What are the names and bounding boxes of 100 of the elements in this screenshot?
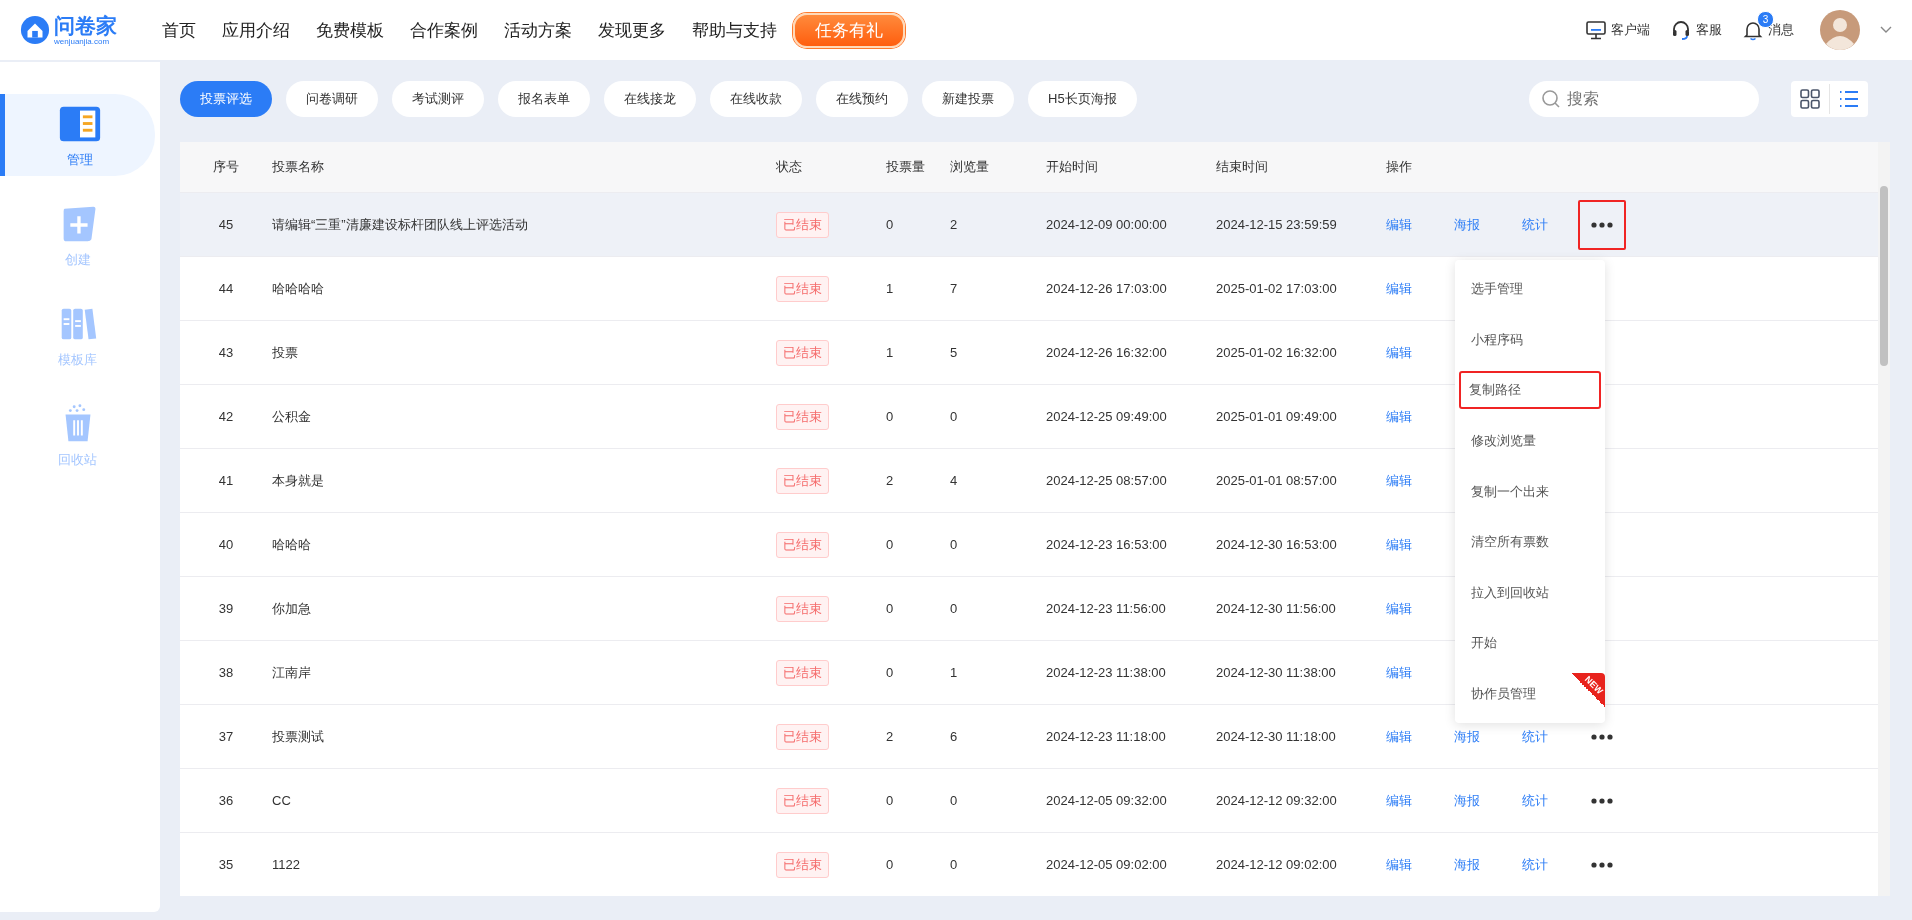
action-link[interactable]: 统计 [1522,791,1590,810]
category-tab[interactable]: 在线预约 [816,81,908,117]
search-field[interactable]: 搜索 [1529,81,1759,117]
table-cell-text: 0 [886,409,895,424]
action-link[interactable]: 编辑 [1386,279,1454,298]
column-header: 开始时间 [1046,158,1099,176]
menu-item[interactable]: 小程序码 [1459,314,1571,366]
column-header: 投票名称 [272,158,325,176]
tool-label[interactable]: 客服 [1696,21,1722,39]
action-link[interactable]: 海报 [1454,727,1522,746]
menu-item[interactable]: 复制路径 [1459,371,1601,410]
tool-label[interactable]: 客户端 [1611,21,1650,39]
category-tab[interactable]: 投票评选 [180,81,272,117]
nav-link[interactable]: 免费模板 [316,18,384,42]
action-link[interactable]: 编辑 [1386,535,1454,554]
action-link[interactable]: 海报 [1454,855,1522,874]
table-cell-text: 2025-01-01 09:49:00 [1216,409,1338,424]
more-button[interactable] [1578,199,1626,250]
desktop-icon[interactable] [1585,19,1607,41]
column-header: 投票量 [886,158,926,176]
category-tab[interactable]: 在线收款 [710,81,802,117]
action-link[interactable]: 编辑 [1386,471,1454,490]
menu-item[interactable]: 修改浏览量 [1459,415,1571,467]
table-cell-text: 41 [217,473,235,488]
nav-link[interactable]: 发现更多 [598,18,666,42]
table-cell-text: 0 [886,217,895,232]
menu-item[interactable]: 清空所有票数 [1459,516,1571,568]
table-cell-text: 37 [217,729,235,744]
grid-view-icon[interactable] [1799,88,1821,110]
table-cell-text: 35 [217,857,235,872]
action-link[interactable]: 编辑 [1386,663,1454,682]
action-link[interactable]: 编辑 [1386,407,1454,426]
category-tab[interactable]: 新建投票 [922,81,1014,117]
table-cell-text: 2024-12-05 09:32:00 [1046,793,1168,808]
nav-link[interactable]: 帮助与支持 [692,18,777,42]
nav-link[interactable]: 应用介绍 [222,18,290,42]
table-cell-text: 38 [217,665,235,680]
table-cell-text: 7 [950,281,959,296]
menu-item[interactable]: 选手管理 [1459,264,1571,315]
avatar-icon[interactable] [1820,10,1860,50]
chevron-down-icon[interactable] [1880,26,1892,34]
category-tab[interactable]: 报名表单 [498,81,590,117]
table-cell-text: 2024-12-30 16:53:00 [1216,537,1338,552]
more-icon [1591,733,1613,740]
more-icon [1591,221,1613,228]
column-header: 序号 [212,158,240,176]
category-tab[interactable]: H5长页海报 [1028,81,1137,117]
nav-link[interactable]: 合作案例 [410,18,478,42]
table-cell-text: 43 [217,345,235,360]
sidebar-item[interactable]: 管理 [0,94,155,176]
status-tag: 已结束 [776,595,829,622]
bell-icon[interactable] [1742,19,1764,41]
action-link[interactable]: 编辑 [1386,791,1454,810]
action-link[interactable]: 海报 [1454,215,1522,234]
table-cell-text: 1122 [272,857,301,872]
table-cell-text: 0 [950,409,959,424]
table-cell-text: 2024-12-30 11:18:00 [1216,729,1337,744]
table-cell-text: 2024-12-05 09:02:00 [1046,857,1168,872]
category-tab[interactable]: 考试测评 [392,81,484,117]
headset-icon[interactable] [1670,19,1692,41]
menu-item[interactable]: 开始 [1459,618,1571,669]
category-tab[interactable]: 问卷调研 [286,81,378,117]
menu-item[interactable]: 拉入到回收站 [1459,567,1571,619]
action-link[interactable]: 统计 [1522,727,1590,746]
logo-icon [20,15,50,45]
table-cell-text: 2024-12-30 11:56:00 [1216,601,1337,616]
status-tag: 已结束 [776,275,829,302]
table-cell-text: 0 [886,793,895,808]
nav-link[interactable]: 活动方案 [504,18,572,42]
action-link[interactable]: 编辑 [1386,599,1454,618]
action-link[interactable]: 统计 [1522,855,1590,874]
status-tag: 已结束 [776,787,829,814]
menu-item[interactable]: 复制一个出来 [1459,466,1571,517]
action-link[interactable]: 编辑 [1386,215,1454,234]
more-icon [1591,797,1613,804]
status-tag: 已结束 [776,339,829,366]
table-cell-text: 2024-12-26 17:03:00 [1046,281,1168,296]
status-tag: 已结束 [776,211,829,238]
action-link[interactable]: 统计 [1522,215,1590,234]
action-link[interactable]: 海报 [1454,791,1522,810]
status-tag: 已结束 [776,851,829,878]
status-tag: 已结束 [776,531,829,558]
logo-domain: wenjuanjia.com [54,37,110,46]
table-cell-text: 2024-12-12 09:02:00 [1216,857,1338,872]
table-cell-text: 2024-12-12 09:32:00 [1216,793,1338,808]
table-cell-text: 0 [886,857,895,872]
list-view-icon[interactable] [1838,88,1860,110]
table-cell-text: 0 [886,601,895,616]
table-cell-text: 2024-12-25 09:49:00 [1046,409,1168,424]
action-link[interactable]: 编辑 [1386,727,1454,746]
action-link[interactable]: 编辑 [1386,343,1454,362]
scrollbar[interactable] [1878,142,1890,896]
status-tag: 已结束 [776,467,829,494]
category-tab[interactable]: 在线接龙 [604,81,696,117]
action-link[interactable]: 编辑 [1386,855,1454,874]
column-header: 浏览量 [950,158,990,176]
table-cell-text: 本身就是 [272,471,325,490]
menu-item[interactable]: 协作员管理 [1459,668,1571,720]
nav-link[interactable]: 首页 [162,18,196,42]
table-cell-text: 哈哈哈哈 [272,279,325,298]
